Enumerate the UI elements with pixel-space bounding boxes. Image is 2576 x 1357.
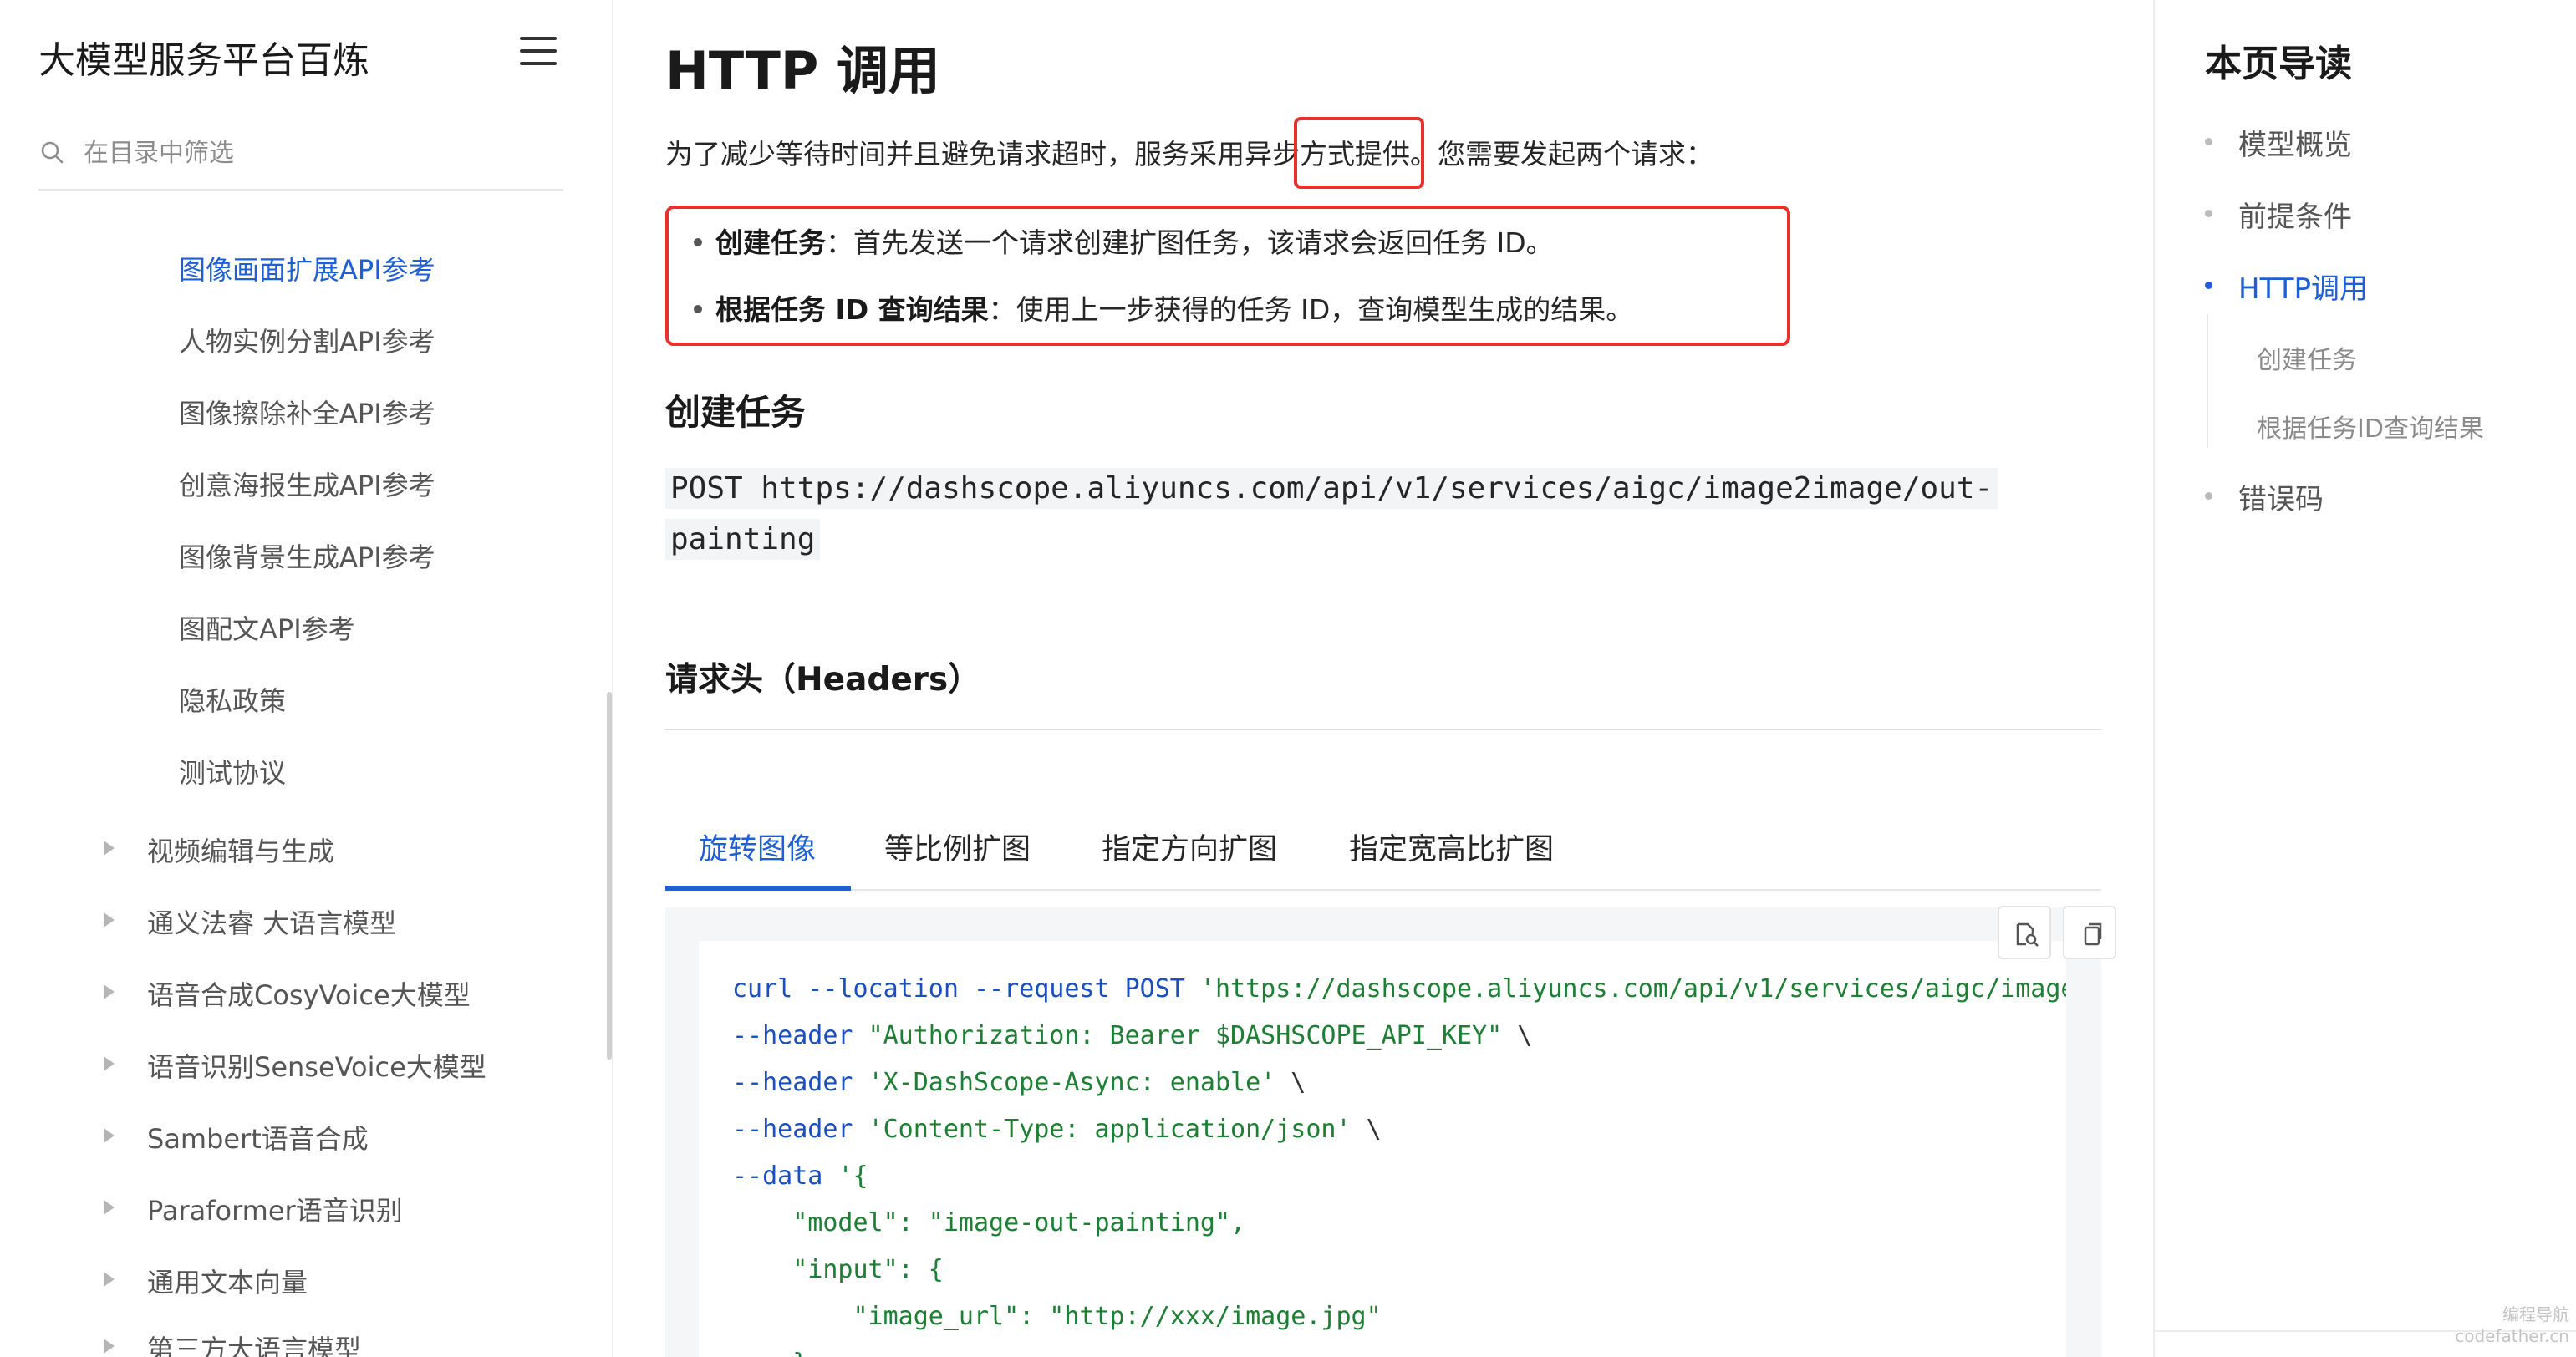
copy-code-button[interactable] bbox=[2063, 906, 2116, 959]
expand-triangle-icon bbox=[104, 1272, 115, 1287]
search-icon bbox=[41, 141, 64, 164]
toc-bullet bbox=[2205, 492, 2212, 500]
toc-item-label: 模型概览 bbox=[2238, 129, 2352, 162]
code-line: curl --location --request POST 'https://… bbox=[732, 974, 2066, 1004]
bullet-dot bbox=[694, 237, 702, 246]
table-of-contents: 本页导读 模型概览 前提条件 HTTP调用 创建任务 根据任务ID查询结果 错误… bbox=[2153, 0, 2576, 1357]
toc-title: 本页导读 bbox=[2205, 43, 2352, 85]
active-tab-indicator bbox=[665, 886, 851, 891]
expand-triangle-icon bbox=[104, 1056, 115, 1071]
endpoint-line: painting bbox=[665, 519, 821, 560]
code-preview-button[interactable] bbox=[1998, 906, 2051, 959]
sidebar-item-privacy[interactable]: 隐私政策 bbox=[179, 680, 286, 719]
sidebar-item-test-agreement[interactable]: 测试协议 bbox=[179, 752, 286, 790]
sidebar-group-label: Sambert语音合成 bbox=[147, 1123, 369, 1155]
copy-icon bbox=[2084, 922, 2102, 946]
highlight-box-steps: 创建任务：首先发送一个请求创建扩图任务，该请求会返回任务 ID。 根据任务 ID… bbox=[665, 206, 1790, 346]
step-text: ：使用上一步获得的任务 ID，查询模型生成的结果。 bbox=[988, 293, 1634, 326]
tab-rotate-image[interactable]: 旋转图像 bbox=[699, 826, 816, 868]
code-line: --header "Authorization: Bearer $DASHSCO… bbox=[732, 1021, 1533, 1050]
tab-aspect-ratio-expand[interactable]: 指定宽高比扩图 bbox=[1349, 826, 1554, 868]
brand-title[interactable]: 大模型服务平台百炼 bbox=[38, 30, 369, 84]
sidebar-item-person-segmentation-api[interactable]: 人物实例分割API参考 bbox=[179, 321, 435, 359]
expand-triangle-icon bbox=[104, 912, 115, 928]
sidebar-item-poster-api[interactable]: 创意海报生成API参考 bbox=[179, 465, 435, 503]
step-text: ：首先发送一个请求创建扩图任务，该请求会返回任务 ID。 bbox=[826, 226, 1554, 259]
sidebar-group-label: 语音合成CosyVoice大模型 bbox=[147, 979, 471, 1011]
code-line: --header 'Content-Type: application/json… bbox=[732, 1115, 1382, 1144]
watermark-line: 编程导航 bbox=[2502, 1304, 2569, 1324]
code-line: --header 'X-DashScope-Async: enable' \ bbox=[732, 1068, 1306, 1097]
code-line: }, bbox=[732, 1349, 822, 1357]
sidebar-group-label: 视频编辑与生成 bbox=[147, 836, 335, 867]
toc-bullet bbox=[2205, 210, 2212, 217]
toc-sub-item-query-result[interactable]: 根据任务ID查询结果 bbox=[2257, 408, 2484, 445]
expand-triangle-icon bbox=[104, 1339, 115, 1354]
sidebar-group-label: 通用文本向量 bbox=[147, 1267, 308, 1299]
sidebar-item-background-api[interactable]: 图像背景生成API参考 bbox=[179, 536, 435, 575]
toc-bullet bbox=[2205, 282, 2212, 289]
sidebar-scrollbar[interactable] bbox=[607, 692, 612, 1060]
toc-item-label: HTTP调用 bbox=[2238, 272, 2369, 306]
endpoint-url: POST https://dashscope.aliyuncs.com/api/… bbox=[665, 463, 2044, 565]
code-line: "input": { bbox=[732, 1255, 944, 1284]
expand-triangle-icon bbox=[104, 1128, 115, 1143]
endpoint-line: POST https://dashscope.aliyuncs.com/api/… bbox=[665, 468, 1998, 509]
toc-item-label: 错误码 bbox=[2238, 483, 2324, 516]
sidebar-item-image-outpainting-api[interactable]: 图像画面扩展API参考 bbox=[179, 249, 435, 287]
toc-bullet bbox=[2205, 138, 2212, 145]
search-document-icon bbox=[2016, 922, 2039, 947]
list-item: 创建任务：首先发送一个请求创建扩图任务，该请求会返回任务 ID。 bbox=[694, 221, 1554, 261]
toc-sub-divider bbox=[2207, 314, 2208, 448]
toc-sub-item-create-task[interactable]: 创建任务 bbox=[2257, 339, 2357, 376]
sidebar-item-image-erase-api[interactable]: 图像擦除补全API参考 bbox=[179, 393, 435, 431]
step-title: 创建任务 bbox=[715, 226, 826, 259]
toc-item-label: 前提条件 bbox=[2238, 201, 2352, 234]
hamburger-menu-icon[interactable] bbox=[520, 37, 557, 65]
sidebar-group-label: 语音识别SenseVoice大模型 bbox=[147, 1051, 486, 1083]
code-line: --data '{ bbox=[732, 1161, 868, 1191]
sidebar-group-label: 第三方大语言模型 bbox=[147, 1334, 362, 1357]
section-heading-create-task: 创建任务 bbox=[665, 392, 807, 433]
intro-paragraph: 为了减少等待时间并且避免请求超时，服务采用异步方式提供。您需要发起两个请求： bbox=[665, 138, 1713, 170]
divider bbox=[665, 729, 2101, 730]
example-tabs: 旋转图像 等比例扩图 指定方向扩图 指定宽高比扩图 bbox=[665, 802, 2101, 891]
code-block: curl --location --request POST 'https://… bbox=[665, 907, 2101, 1357]
expand-triangle-icon bbox=[104, 984, 115, 999]
code-line: "model": "image-out-painting", bbox=[732, 1208, 1246, 1238]
list-item: 根据任务 ID 查询结果：使用上一步获得的任务 ID，查询模型生成的结果。 bbox=[694, 287, 1633, 328]
sidebar-group-label: Paraformer语音识别 bbox=[147, 1195, 403, 1227]
sidebar-item-caption-api[interactable]: 图配文API参考 bbox=[179, 608, 355, 647]
bullet-dot bbox=[694, 304, 702, 313]
tab-proportional-expand[interactable]: 等比例扩图 bbox=[884, 826, 1031, 868]
code-line: "image_url": "http://xxx/image.jpg" bbox=[732, 1302, 1382, 1331]
code-content[interactable]: curl --location --request POST 'https://… bbox=[699, 941, 2066, 1357]
expand-triangle-icon bbox=[104, 841, 115, 856]
expand-triangle-icon bbox=[104, 1200, 115, 1215]
sidebar-group-label: 通义法睿 大语言模型 bbox=[147, 907, 397, 939]
watermark-line: codefather.cn bbox=[2455, 1326, 2569, 1346]
step-title: 根据任务 ID 查询结果 bbox=[715, 293, 989, 326]
tab-direction-expand[interactable]: 指定方向扩图 bbox=[1102, 826, 1277, 868]
highlight-box-async bbox=[1294, 117, 1424, 189]
filter-input[interactable] bbox=[84, 134, 552, 172]
sidebar: 大模型服务平台百炼 图像画面扩展API参考 人物实例分割API参考 图像擦除补全… bbox=[0, 0, 613, 1357]
sidebar-filter bbox=[38, 130, 563, 191]
page-title: HTTP 调用 bbox=[665, 40, 940, 101]
section-heading-headers: 请求头（Headers） bbox=[665, 661, 981, 699]
watermark: 编程导航 codefather.cn bbox=[2455, 1304, 2569, 1347]
